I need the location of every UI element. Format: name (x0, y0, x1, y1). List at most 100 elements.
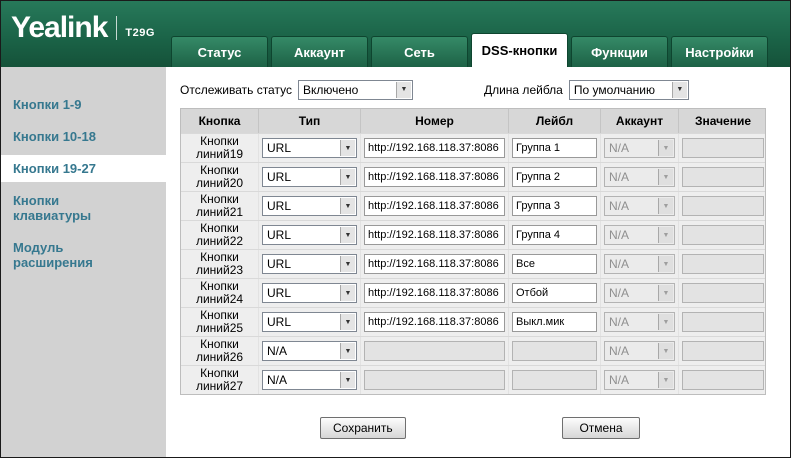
column-header-type: Тип (259, 109, 361, 133)
account-select: N/A ▼ (604, 225, 675, 245)
logo-area: Yealink T29G (11, 13, 155, 43)
type-select[interactable]: URL ▼ (262, 254, 357, 274)
sidebar-item-keys-10-18[interactable]: Кнопки 10-18 (1, 123, 166, 150)
value-input (682, 167, 764, 187)
type-select-value: N/A (267, 344, 287, 358)
value-input (682, 283, 764, 303)
number-input[interactable] (364, 283, 505, 303)
dropdown-arrow-icon: ▼ (658, 372, 673, 388)
dss-key-name: Кнопки линий19 (181, 134, 259, 162)
type-select-value: URL (267, 170, 291, 184)
dss-key-name: Кнопки линий21 (181, 192, 259, 220)
label-length-select[interactable]: По умолчанию ▼ (569, 80, 689, 100)
tab-status[interactable]: Статус (171, 36, 268, 67)
label-input[interactable] (512, 283, 597, 303)
account-select-value: N/A (609, 286, 629, 300)
column-header-label: Лейбл (509, 109, 601, 133)
sidebar-item-label: Модуль расширения (13, 240, 118, 270)
table-row: Кнопки линий27 N/A ▼ N/A ▼ (181, 365, 765, 394)
type-select-value: URL (267, 315, 291, 329)
dropdown-arrow-icon: ▼ (340, 227, 355, 243)
value-input (682, 254, 764, 274)
dss-keys-table: Кнопка Тип Номер Лейбл Аккаунт Значение … (180, 108, 766, 395)
value-input (682, 196, 764, 216)
number-input[interactable] (364, 312, 505, 332)
account-select-value: N/A (609, 228, 629, 242)
account-select-value: N/A (609, 344, 629, 358)
type-select[interactable]: URL ▼ (262, 283, 357, 303)
tab-dss-keys[interactable]: DSS-кнопки (471, 33, 568, 67)
dss-key-name: Кнопки линий20 (181, 163, 259, 191)
column-header-account: Аккаунт (601, 109, 679, 133)
table-row: Кнопки линий22 URL ▼ N/A ▼ (181, 220, 765, 249)
dropdown-arrow-icon: ▼ (340, 285, 355, 301)
table-row: Кнопки линий23 URL ▼ N/A ▼ (181, 249, 765, 278)
main-content: Отслеживать статус Включено ▼ Длина лейб… (166, 67, 790, 457)
account-select-value: N/A (609, 315, 629, 329)
dropdown-arrow-icon: ▼ (658, 285, 673, 301)
column-header-key: Кнопка (181, 109, 259, 133)
footer-buttons: Сохранить Отмена (180, 417, 766, 441)
dropdown-arrow-icon: ▼ (658, 256, 673, 272)
number-input[interactable] (364, 254, 505, 274)
value-input (682, 312, 764, 332)
sidebar-item-expansion-module[interactable]: Модуль расширения (1, 234, 166, 276)
account-select: N/A ▼ (604, 196, 675, 216)
dss-key-name: Кнопки линий27 (181, 366, 259, 394)
sidebar-item-keys-1-9[interactable]: Кнопки 1-9 (1, 91, 166, 118)
monitor-status-select-value: Включено (303, 83, 358, 97)
label-input[interactable] (512, 167, 597, 187)
dropdown-arrow-icon: ▼ (340, 372, 355, 388)
account-select-value: N/A (609, 257, 629, 271)
sidebar: Кнопки 1-9 Кнопки 10-18 Кнопки 19-27 Кно… (1, 67, 166, 457)
type-select[interactable]: URL ▼ (262, 225, 357, 245)
sidebar-item-keypad-keys[interactable]: Кнопки клавиатуры (1, 187, 166, 229)
header: Yealink T29G Статус Аккаунт Сеть DSS-кно… (1, 1, 790, 67)
number-input[interactable] (364, 167, 505, 187)
label-input[interactable] (512, 196, 597, 216)
table-row: Кнопки линий26 N/A ▼ N/A ▼ (181, 336, 765, 365)
tab-network[interactable]: Сеть (371, 36, 468, 67)
type-select[interactable]: URL ▼ (262, 138, 357, 158)
nav-tabs: Статус Аккаунт Сеть DSS-кнопки Функции Н… (171, 33, 768, 67)
label-length-label: Длина лейбла (484, 83, 563, 97)
account-select: N/A ▼ (604, 254, 675, 274)
dropdown-arrow-icon: ▼ (658, 314, 673, 330)
type-select[interactable]: N/A ▼ (262, 341, 357, 361)
save-button[interactable]: Сохранить (320, 417, 406, 439)
sidebar-item-keys-19-27[interactable]: Кнопки 19-27 (1, 155, 166, 182)
dropdown-arrow-icon: ▼ (340, 343, 355, 359)
type-select-value: URL (267, 141, 291, 155)
tab-settings[interactable]: Настройки (671, 36, 768, 67)
dss-key-name: Кнопки линий24 (181, 279, 259, 307)
type-select[interactable]: URL ▼ (262, 167, 357, 187)
type-select[interactable]: N/A ▼ (262, 370, 357, 390)
type-select[interactable]: URL ▼ (262, 312, 357, 332)
body-area: Кнопки 1-9 Кнопки 10-18 Кнопки 19-27 Кно… (1, 67, 790, 457)
label-input[interactable] (512, 312, 597, 332)
type-select-value: URL (267, 286, 291, 300)
dropdown-arrow-icon: ▼ (340, 140, 355, 156)
dropdown-arrow-icon: ▼ (340, 198, 355, 214)
monitor-status-select[interactable]: Включено ▼ (298, 80, 413, 100)
account-select: N/A ▼ (604, 312, 675, 332)
tab-features[interactable]: Функции (571, 36, 668, 67)
type-select-value: URL (267, 228, 291, 242)
number-input[interactable] (364, 196, 505, 216)
dss-key-name: Кнопки линий25 (181, 308, 259, 336)
label-input[interactable] (512, 138, 597, 158)
account-select-value: N/A (609, 170, 629, 184)
cancel-button[interactable]: Отмена (562, 417, 640, 439)
type-select-value: URL (267, 199, 291, 213)
number-input[interactable] (364, 225, 505, 245)
dropdown-arrow-icon: ▼ (396, 82, 411, 98)
label-input[interactable] (512, 225, 597, 245)
dropdown-arrow-icon: ▼ (672, 82, 687, 98)
type-select[interactable]: URL ▼ (262, 196, 357, 216)
table-row: Кнопки линий25 URL ▼ N/A ▼ (181, 307, 765, 336)
label-input (512, 370, 597, 390)
number-input[interactable] (364, 138, 505, 158)
label-input[interactable] (512, 254, 597, 274)
table-header-row: Кнопка Тип Номер Лейбл Аккаунт Значение (181, 109, 765, 133)
tab-account[interactable]: Аккаунт (271, 36, 368, 67)
